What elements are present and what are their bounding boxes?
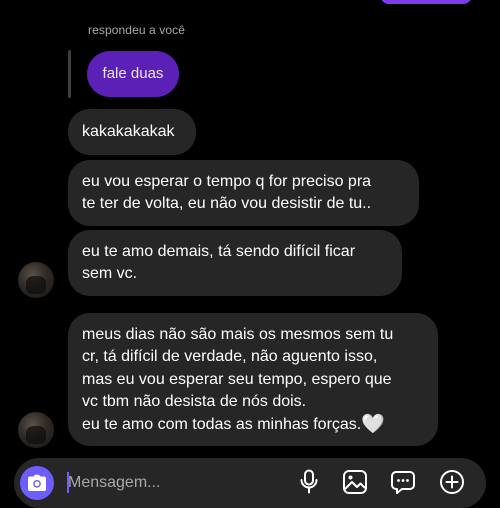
voice-message-button[interactable] xyxy=(294,467,324,497)
message-text: eu vou esperar o tempo q for preciso pra xyxy=(82,173,372,190)
message-text: meus dias não são mais os mesmos sem tu xyxy=(82,326,394,343)
sender-avatar[interactable] xyxy=(18,412,54,448)
sticker-button[interactable] xyxy=(388,467,418,497)
plus-icon xyxy=(440,470,464,494)
message-input[interactable] xyxy=(68,470,268,496)
message-text: eu te amo com todas as minhas forças. xyxy=(82,415,362,433)
camera-button[interactable] xyxy=(20,466,54,500)
message-bubble[interactable]: kakakakakak xyxy=(68,109,196,155)
sticker-icon xyxy=(391,471,415,494)
add-button[interactable] xyxy=(437,467,467,497)
microphone-icon xyxy=(300,469,318,494)
white-heart-icon: 🤍 xyxy=(361,413,385,435)
sender-avatar[interactable] xyxy=(18,262,54,298)
message-text: vc tbm não desista de nós dois. xyxy=(82,393,307,411)
gallery-button[interactable] xyxy=(340,467,370,497)
message-text: cr, tá difícil de verdade, não aguento i… xyxy=(82,348,378,366)
message-bubble[interactable]: eu vou esperar o tempo q for preciso pra… xyxy=(68,160,419,226)
sent-message-bubble-partial[interactable] xyxy=(380,0,472,4)
message-text: eu te amo demais, tá sendo difícil ficar xyxy=(82,243,356,260)
message-text: te ter de volta, eu não vou desistir de … xyxy=(82,195,372,212)
reply-quote-bar xyxy=(68,50,71,98)
message-text: sem vc. xyxy=(82,265,138,282)
message-text: mas eu vou esperar seu tempo, espero que xyxy=(82,370,392,388)
message-text: kakakakakak xyxy=(82,123,175,140)
message-bubble[interactable]: meus dias não são mais os mesmos sem tu … xyxy=(68,313,438,446)
quoted-message-bubble[interactable]: fale duas xyxy=(87,51,179,97)
camera-icon xyxy=(28,474,46,491)
reply-context-label: respondeu a você xyxy=(88,23,186,37)
message-bubble[interactable]: eu te amo demais, tá sendo difícil ficar… xyxy=(68,230,402,296)
gallery-icon xyxy=(343,470,367,494)
